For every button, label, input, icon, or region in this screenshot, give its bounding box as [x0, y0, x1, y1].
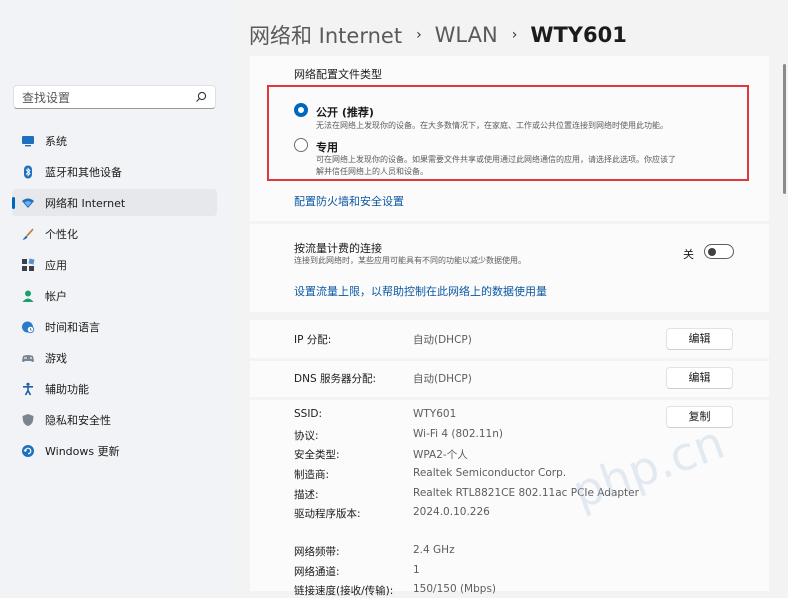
page-title: WTY601: [530, 23, 627, 47]
monitor-icon: [22, 136, 34, 147]
sidebar-item-label: 隐私和安全性: [45, 414, 111, 427]
globe-clock-icon: [22, 321, 35, 334]
radio-private[interactable]: [294, 138, 308, 152]
sidebar-item-windows-update[interactable]: Windows 更新: [12, 437, 217, 464]
ip-assignment-row: IP 分配: 自动(DHCP) 编辑: [250, 320, 769, 358]
prop-label: SSID:: [294, 408, 323, 420]
sidebar-item-label: 应用: [45, 259, 67, 272]
sidebar-item-time-language[interactable]: 时间和语言: [12, 313, 217, 340]
search-icon[interactable]: [194, 90, 208, 104]
prop-value: Wi-Fi 4 (802.11n): [413, 428, 503, 440]
firewall-settings-link[interactable]: 配置防火墙和安全设置: [294, 193, 404, 209]
sidebar: 系统 蓝牙和其他设备 网络和 Internet 个性化 应用 帐户 时间和语言 …: [0, 0, 236, 591]
search-box[interactable]: [13, 85, 216, 109]
bluetooth-icon: [24, 165, 32, 179]
prop-label: 安全类型:: [294, 449, 340, 461]
gamepad-icon: [22, 355, 34, 362]
search-input[interactable]: [20, 88, 194, 108]
sidebar-item-label: 辅助功能: [45, 383, 89, 396]
sidebar-item-personalization[interactable]: 个性化: [12, 220, 217, 247]
wifi-icon: [22, 198, 34, 208]
prop-label: 协议:: [294, 430, 319, 442]
sidebar-item-accessibility[interactable]: 辅助功能: [12, 375, 217, 402]
sidebar-item-label: 蓝牙和其他设备: [45, 166, 122, 179]
prop-value: 2024.0.10.226: [413, 506, 490, 518]
data-limit-link[interactable]: 设置流量上限，以帮助控制在此网络上的数据使用量: [294, 283, 547, 299]
sidebar-item-label: 游戏: [45, 352, 67, 365]
breadcrumb-wlan[interactable]: WLAN: [435, 23, 498, 47]
radio-private-description: 可在网络上发现你的设备。如果需要文件共享或使用通过此网络通信的应用，请选择此选项…: [316, 155, 676, 164]
ip-edit-button[interactable]: 编辑: [666, 328, 733, 350]
breadcrumb-separator: ›: [416, 27, 422, 43]
prop-label: 网络频带:: [294, 546, 340, 558]
sidebar-item-label: 时间和语言: [45, 321, 100, 334]
radio-private-description: 解并信任网络上的人员和设备。: [316, 167, 428, 176]
dns-assignment-label: DNS 服务器分配:: [294, 373, 376, 385]
update-icon: [22, 445, 34, 457]
scrollbar[interactable]: [783, 64, 786, 194]
prop-value: 2.4 GHz: [413, 544, 455, 556]
metered-connection-card: 按流量计费的连接 连接到此网络时，某些应用可能具有不同的功能以减少数据使用。 关…: [250, 224, 769, 312]
prop-label: 网络通道:: [294, 566, 340, 578]
prop-label: 制造商:: [294, 469, 330, 481]
network-profile-card: 网络配置文件类型 公开 (推荐) 无法在网络上发现你的设备。在大多数情况下，在家…: [250, 56, 769, 221]
metered-title: 按流量计费的连接: [294, 242, 382, 255]
prop-label: 描述:: [294, 489, 319, 501]
accessibility-icon: [23, 382, 33, 396]
prop-value: 150/150 (Mbps): [413, 583, 497, 595]
metered-toggle-label: 关: [683, 248, 694, 261]
prop-value: WPA2-个人: [413, 449, 468, 461]
profile-heading: 网络配置文件类型: [294, 68, 382, 81]
ip-assignment-label: IP 分配:: [294, 334, 332, 346]
metered-toggle[interactable]: [704, 244, 734, 259]
radio-public-description: 无法在网络上发现你的设备。在大多数情况下，在家庭、工作或公共位置连接到网络时使用…: [316, 121, 668, 130]
sidebar-item-system[interactable]: 系统: [12, 127, 217, 154]
brush-icon: [22, 228, 34, 240]
dns-assignment-value: 自动(DHCP): [413, 373, 472, 385]
sidebar-item-apps[interactable]: 应用: [12, 251, 217, 278]
prop-value: WTY601: [413, 408, 457, 420]
prop-value: Realtek Semiconductor Corp.: [413, 467, 567, 479]
sidebar-item-label: 帐户: [45, 290, 67, 303]
sidebar-item-bluetooth[interactable]: 蓝牙和其他设备: [12, 158, 217, 185]
breadcrumb-separator: ›: [511, 27, 518, 43]
sidebar-item-label: 系统: [45, 135, 67, 148]
prop-label: 驱动程序版本:: [294, 508, 361, 520]
apps-icon: [22, 258, 35, 271]
shield-icon: [22, 414, 34, 426]
sidebar-item-gaming[interactable]: 游戏: [12, 344, 217, 371]
prop-value: 1: [413, 564, 420, 576]
radio-public-label[interactable]: 公开 (推荐): [316, 104, 374, 120]
radio-private-label[interactable]: 专用: [316, 139, 338, 155]
sidebar-item-accounts[interactable]: 帐户: [12, 282, 217, 309]
dns-edit-button[interactable]: 编辑: [666, 367, 733, 389]
sidebar-item-privacy[interactable]: 隐私和安全性: [12, 406, 217, 433]
person-icon: [22, 290, 34, 302]
breadcrumb-network[interactable]: 网络和 Internet: [249, 24, 402, 48]
sidebar-item-label: Windows 更新: [45, 445, 120, 458]
metered-description: 连接到此网络时，某些应用可能具有不同的功能以减少数据使用。: [294, 256, 526, 265]
dns-assignment-row: DNS 服务器分配: 自动(DHCP) 编辑: [250, 361, 769, 397]
ip-assignment-value: 自动(DHCP): [413, 334, 472, 346]
breadcrumb: 网络和 Internet › WLAN › WTY601: [249, 20, 627, 48]
sidebar-item-network[interactable]: 网络和 Internet: [12, 189, 217, 216]
sidebar-item-label: 网络和 Internet: [45, 197, 126, 210]
radio-public[interactable]: [294, 103, 308, 117]
sidebar-item-label: 个性化: [45, 228, 78, 241]
